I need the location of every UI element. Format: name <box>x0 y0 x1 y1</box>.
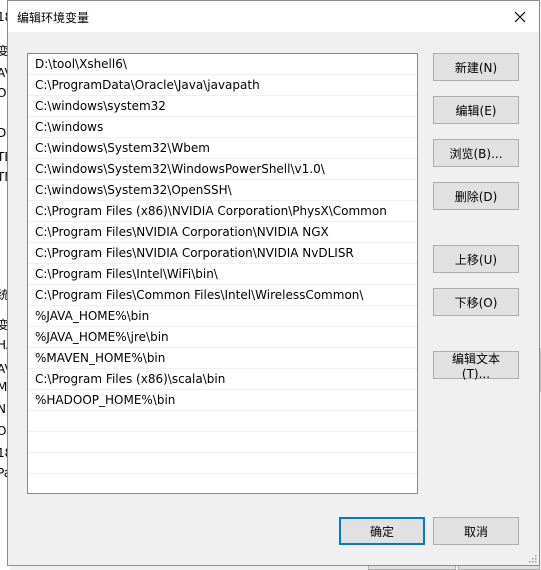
path-list-item[interactable]: C:\windows\system32 <box>28 96 417 117</box>
path-list-item[interactable]: C:\ProgramData\Oracle\Java\javapath <box>28 75 417 96</box>
edit-button[interactable]: 编辑(E) <box>433 96 519 124</box>
resize-grip-icon[interactable] <box>527 553 537 563</box>
path-list-item[interactable]: %MAVEN_HOME%\bin <box>28 348 417 369</box>
path-list-item[interactable]: C:\Program Files (x86)\NVIDIA Corporatio… <box>28 201 417 222</box>
path-list-item[interactable]: D:\tool\Xshell6\ <box>28 54 417 75</box>
path-list-item[interactable]: C:\Program Files\NVIDIA Corporation\NVID… <box>28 222 417 243</box>
browse-button[interactable]: 浏览(B)... <box>433 139 519 167</box>
path-list-item[interactable]: C:\windows\System32\WindowsPowerShell\v1… <box>28 159 417 180</box>
path-list-item[interactable]: C:\Program Files\Intel\WiFi\bin\ <box>28 264 417 285</box>
background-text-fragment: O <box>0 86 7 100</box>
edit-environment-variable-dialog: 编辑环境变量 D:\tool\Xshell6\ C:\ProgramData\Or… <box>7 0 540 566</box>
path-list-item[interactable] <box>28 453 417 474</box>
path-list-item[interactable]: %HADOOP_HOME%\bin <box>28 390 417 411</box>
path-list-item[interactable]: %JAVA_HOME%\jre\bin <box>28 327 417 348</box>
path-list-item[interactable]: C:\windows\System32\OpenSSH\ <box>28 180 417 201</box>
background-text-fragment: O <box>0 424 7 438</box>
delete-button[interactable]: 删除(D) <box>433 182 519 210</box>
close-button[interactable] <box>507 4 533 30</box>
path-list-item[interactable] <box>28 411 417 432</box>
path-list-item[interactable] <box>28 432 417 453</box>
move-down-button[interactable]: 下移(O) <box>433 288 519 316</box>
path-list-item[interactable]: C:\Program Files\Common Files\Intel\Wire… <box>28 285 417 306</box>
dialog-title: 编辑环境变量 <box>17 11 90 25</box>
cancel-button[interactable]: 取消 <box>433 517 519 545</box>
path-list[interactable]: D:\tool\Xshell6\ C:\ProgramData\Oracle\Ja… <box>27 53 418 494</box>
move-up-button[interactable]: 上移(U) <box>433 245 519 273</box>
path-list-item[interactable]: C:\Program Files (x86)\scala\bin <box>28 369 417 390</box>
close-icon <box>514 11 526 23</box>
path-list-item[interactable]: C:\Program Files\NVIDIA Corporation\NVID… <box>28 243 417 264</box>
new-button[interactable]: 新建(N) <box>433 53 519 81</box>
path-list-item[interactable] <box>28 474 417 493</box>
path-list-item[interactable]: C:\windows\System32\Wbem <box>28 138 417 159</box>
ok-button[interactable]: 确定 <box>339 517 425 545</box>
title-bar: 编辑环境变量 <box>8 1 539 32</box>
path-list-item[interactable]: C:\windows <box>28 117 417 138</box>
edit-text-button[interactable]: 编辑文本(T)... <box>433 351 519 381</box>
path-list-item[interactable]: %JAVA_HOME%\bin <box>28 306 417 327</box>
